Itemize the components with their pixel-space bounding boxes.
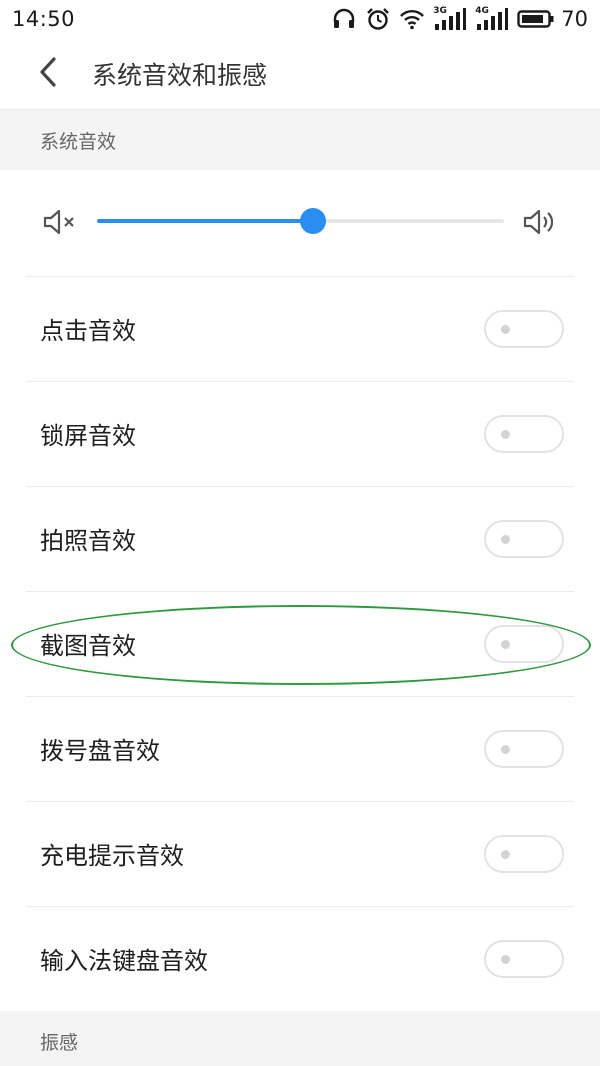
- toggle-switch[interactable]: [484, 519, 564, 558]
- volume-up-icon[interactable]: [522, 208, 560, 240]
- page-title: 系统音效和振感: [92, 60, 268, 90]
- toggle-switch[interactable]: [484, 729, 564, 768]
- setting-row-lock-screen-sound[interactable]: 锁屏音效: [0, 381, 600, 486]
- toggle-switch[interactable]: [484, 414, 564, 453]
- toggle-knob: [501, 324, 510, 334]
- signal-4g-icon: 4G: [475, 6, 509, 31]
- wifi-icon: [399, 7, 425, 31]
- toggle-switch[interactable]: [484, 939, 564, 978]
- toggle-knob: [501, 849, 510, 859]
- alarm-icon: [365, 7, 391, 31]
- divider: [26, 276, 574, 277]
- battery-icon: [517, 7, 555, 31]
- status-icons: 3G 4G 70: [331, 6, 588, 31]
- setting-label: 充电提示音效: [40, 842, 184, 870]
- network-4g-label: 4G: [475, 6, 489, 16]
- setting-label: 输入法键盘音效: [40, 947, 208, 975]
- headphones-icon: [331, 7, 357, 31]
- chevron-left-icon: [36, 56, 60, 92]
- section-title: 振感: [40, 1031, 79, 1054]
- volume-row: [0, 170, 600, 276]
- network-3g-label: 3G: [433, 6, 447, 16]
- divider: [26, 591, 574, 592]
- volume-slider[interactable]: [97, 208, 504, 234]
- toggle-knob: [501, 534, 510, 544]
- divider: [26, 696, 574, 697]
- setting-row-dialpad-sound[interactable]: 拨号盘音效: [0, 696, 600, 801]
- highlight-annotation-ellipse: [11, 605, 591, 685]
- toggle-knob: [501, 954, 510, 964]
- volume-mute-icon[interactable]: [42, 208, 78, 240]
- setting-label: 拍照音效: [40, 527, 136, 555]
- status-bar: 14:50 3G 4G 70: [0, 0, 600, 38]
- setting-row-camera-sound[interactable]: 拍照音效: [0, 486, 600, 591]
- toggle-switch[interactable]: [484, 834, 564, 873]
- status-time: 14:50: [12, 7, 76, 31]
- app-header: 系统音效和振感: [0, 38, 600, 110]
- setting-label: 拨号盘音效: [40, 737, 160, 765]
- section-header-system-sound: 系统音效: [0, 110, 600, 170]
- toggle-knob: [501, 744, 510, 754]
- toggle-knob: [501, 429, 510, 439]
- toggle-switch[interactable]: [484, 309, 564, 348]
- battery-indicator: 70: [517, 7, 588, 31]
- divider: [26, 801, 574, 802]
- setting-label: 点击音效: [40, 317, 136, 345]
- setting-row-keyboard-sound[interactable]: 输入法键盘音效: [0, 906, 600, 1011]
- setting-label: 锁屏音效: [40, 422, 136, 450]
- divider: [26, 486, 574, 487]
- divider: [26, 381, 574, 382]
- back-button[interactable]: [18, 38, 78, 110]
- volume-slider-fill: [97, 219, 313, 223]
- volume-slider-thumb[interactable]: [299, 208, 326, 234]
- section-header-vibration: 振感: [0, 1011, 600, 1066]
- section-title: 系统音效: [40, 130, 117, 153]
- divider: [26, 906, 574, 907]
- battery-level: 70: [561, 7, 588, 31]
- setting-row-tap-sound[interactable]: 点击音效: [0, 276, 600, 381]
- setting-row-charging-sound[interactable]: 充电提示音效: [0, 801, 600, 906]
- signal-3g-icon: 3G: [433, 6, 467, 31]
